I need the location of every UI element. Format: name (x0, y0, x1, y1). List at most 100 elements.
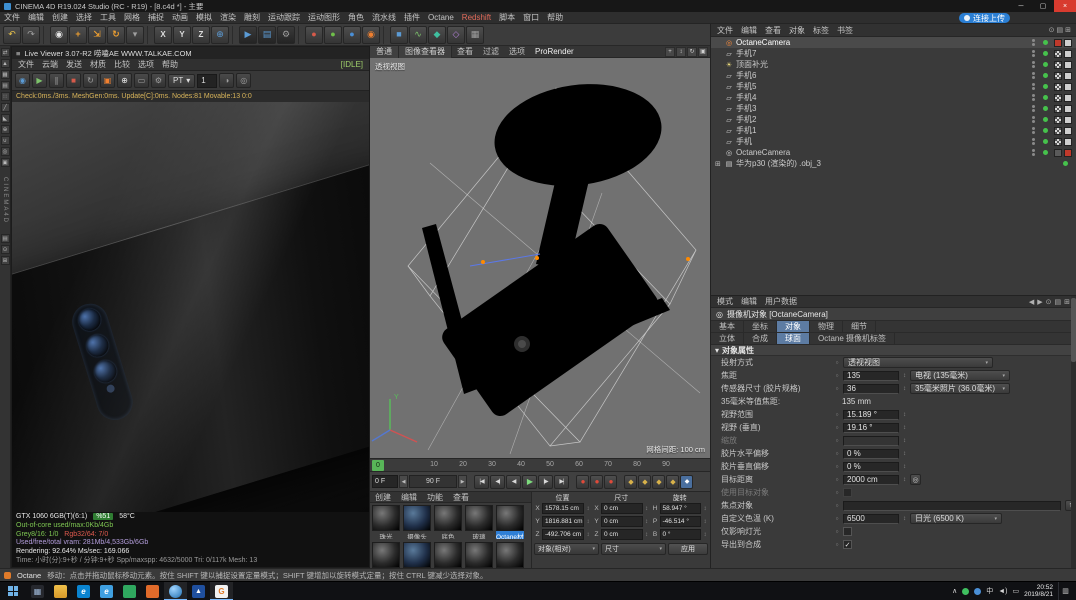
anim-dot-icon[interactable]: ○ (833, 477, 841, 483)
lv-render-area[interactable] (12, 102, 369, 512)
object-row-octanecamera-2[interactable]: ◎ OctaneCamera (711, 147, 1076, 158)
om-filter-icon[interactable]: ▤ (1057, 26, 1064, 34)
lv-render-stop-button[interactable]: ■ (66, 73, 81, 88)
lv-menu-options[interactable]: 选项 (134, 59, 158, 70)
lv-octane-logo-button[interactable]: ◉ (15, 73, 30, 88)
apply-button[interactable]: 应用 (668, 543, 708, 555)
start-button[interactable] (0, 582, 26, 600)
sensor-preset-dropdown[interactable]: 35毫米照片 (36.0毫米) ▾ (910, 383, 1010, 394)
frame-forward-button[interactable]: ▶ (458, 475, 467, 488)
target-picker-button[interactable]: ◎ (910, 474, 921, 485)
goto-end-button[interactable]: ▶| (554, 474, 569, 489)
texture-tag-icon[interactable] (1054, 60, 1062, 69)
enabled-dot[interactable] (1043, 51, 1048, 56)
material-item-selected[interactable]: Octane材质 (496, 505, 524, 539)
enabled-dot[interactable] (1043, 84, 1048, 89)
export-compositing-checkbox[interactable]: ✓ (843, 540, 852, 549)
rotation-p-field[interactable]: -46.514 ° (659, 516, 701, 527)
om-add-icon[interactable]: ⊞ (1065, 26, 1071, 34)
om-menu-object[interactable]: 对象 (785, 25, 809, 36)
taskbar-edge[interactable]: e (72, 582, 95, 600)
phong-tag-icon[interactable] (1064, 137, 1072, 146)
menu-help[interactable]: 帮助 (543, 12, 567, 24)
anim-dot-icon[interactable]: ○ (833, 451, 841, 457)
plugin-red-button[interactable]: ● (305, 25, 323, 44)
spinner-icon[interactable]: ↕ (901, 386, 908, 392)
lv-render-pause-button[interactable]: ∥ (49, 73, 64, 88)
taskbar-photos[interactable]: ▲ (187, 582, 210, 600)
points-mode-button[interactable]: ∷ (0, 92, 10, 101)
plugin-blue-button[interactable]: ● (343, 25, 361, 44)
camera-tag-icon[interactable] (1054, 38, 1062, 47)
history-forward-icon[interactable]: ▶ (1037, 298, 1042, 306)
autokey-toggle[interactable]: ◆ (680, 474, 693, 489)
lv-menu-file[interactable]: 文件 (14, 59, 38, 70)
lv-settings-button[interactable]: ⚙ (151, 73, 166, 88)
color-temperature-field[interactable]: 6500 (843, 513, 899, 524)
visibility-dots[interactable] (1032, 39, 1035, 46)
record-keyframe-button[interactable]: ● (576, 474, 589, 489)
object-row-phone6[interactable]: ▱ 手机6 (711, 70, 1076, 81)
menu-render[interactable]: 渲染 (216, 12, 240, 24)
lock-panel-icon[interactable]: ⊙ (1046, 298, 1052, 306)
anim-dot-icon[interactable]: ○ (833, 516, 841, 522)
spinner-icon[interactable]: ↕ (644, 519, 650, 525)
visibility-dots[interactable] (1032, 61, 1035, 68)
menu-snap[interactable]: 捕捉 (144, 12, 168, 24)
lv-render-restart-button[interactable]: ↻ (83, 73, 98, 88)
object-row-fill-light[interactable]: ☀ 顶面补光 (711, 59, 1076, 70)
menu-sculpt[interactable]: 雕刻 (240, 12, 264, 24)
position-y-field[interactable]: 1816.881 cm (542, 516, 584, 527)
coord-mode-dropdown[interactable]: 对象(相对) ▾ (534, 543, 599, 555)
tab-basic[interactable]: 基本 (711, 321, 744, 332)
taskbar-g-app[interactable]: G (210, 581, 233, 600)
spinner-icon[interactable]: ↕ (585, 532, 591, 538)
scrollbar-thumb[interactable] (1071, 298, 1076, 362)
lv-render-start-button[interactable]: ▶ (32, 73, 47, 88)
close-button[interactable]: × (1054, 0, 1076, 12)
protection-tag-icon[interactable] (1054, 148, 1062, 157)
phong-tag-icon[interactable] (1064, 82, 1072, 91)
menu-character[interactable]: 角色 (344, 12, 368, 24)
xpresso-button[interactable]: ▦ (466, 25, 484, 44)
anim-dot-icon[interactable]: ○ (833, 412, 841, 418)
position-z-field[interactable]: -492.706 cm (542, 529, 584, 540)
prev-frame-button[interactable]: ◀ (506, 474, 521, 489)
taskbar-file-explorer[interactable] (49, 582, 72, 600)
spinner-icon[interactable]: ↕ (585, 519, 591, 525)
visibility-dots[interactable] (1032, 149, 1035, 156)
spinner-icon[interactable]: ↕ (702, 532, 708, 538)
size-x-field[interactable]: 0 cm (601, 503, 643, 514)
spline-pen-button[interactable]: ∿ (409, 25, 427, 44)
scale-tool-button[interactable]: ⇲ (88, 25, 106, 44)
om-menu-tags[interactable]: 标签 (809, 25, 833, 36)
key-parameter-toggle[interactable]: ◆ (666, 474, 679, 489)
pan-view-icon[interactable]: + (665, 46, 675, 57)
task-view-button[interactable]: ▦ (26, 582, 49, 600)
enabled-dot[interactable] (1043, 139, 1048, 144)
tab-details[interactable]: 细节 (843, 321, 876, 332)
axis-y-toggle[interactable]: Y (173, 25, 191, 44)
taskbar-browser[interactable]: e (95, 582, 118, 600)
model-mode-button[interactable]: ▲ (0, 59, 10, 68)
menu-script[interactable]: 脚本 (495, 12, 519, 24)
octane-live-viewer-button[interactable]: ◉ (362, 25, 380, 44)
redo-button[interactable]: ↷ (22, 25, 40, 44)
visibility-dots[interactable] (1032, 50, 1035, 57)
lv-clay-mode-button[interactable]: ◑ (219, 73, 235, 88)
record-position-button[interactable]: ● (590, 474, 603, 489)
texture-tag-icon[interactable] (1054, 93, 1062, 102)
lock-workplane-button[interactable]: ▣ (0, 158, 10, 167)
attribute-scrollbar[interactable] (1071, 296, 1076, 568)
texture-tag-icon[interactable] (1054, 71, 1062, 80)
target-distance-field[interactable]: 2000 cm (843, 474, 899, 485)
key-scale-toggle[interactable]: ◆ (638, 474, 651, 489)
texture-tag-icon[interactable] (1054, 137, 1062, 146)
deformer-button[interactable]: ◇ (447, 25, 465, 44)
enabled-dot[interactable] (1063, 161, 1068, 166)
menu-plugins[interactable]: 插件 (400, 12, 424, 24)
texture-tag-icon[interactable] (1054, 82, 1062, 91)
focal-preset-dropdown[interactable]: 电视 (135毫米) ▾ (910, 370, 1010, 381)
menu-animate[interactable]: 动画 (168, 12, 192, 24)
texture-tag-icon[interactable] (1054, 49, 1062, 58)
